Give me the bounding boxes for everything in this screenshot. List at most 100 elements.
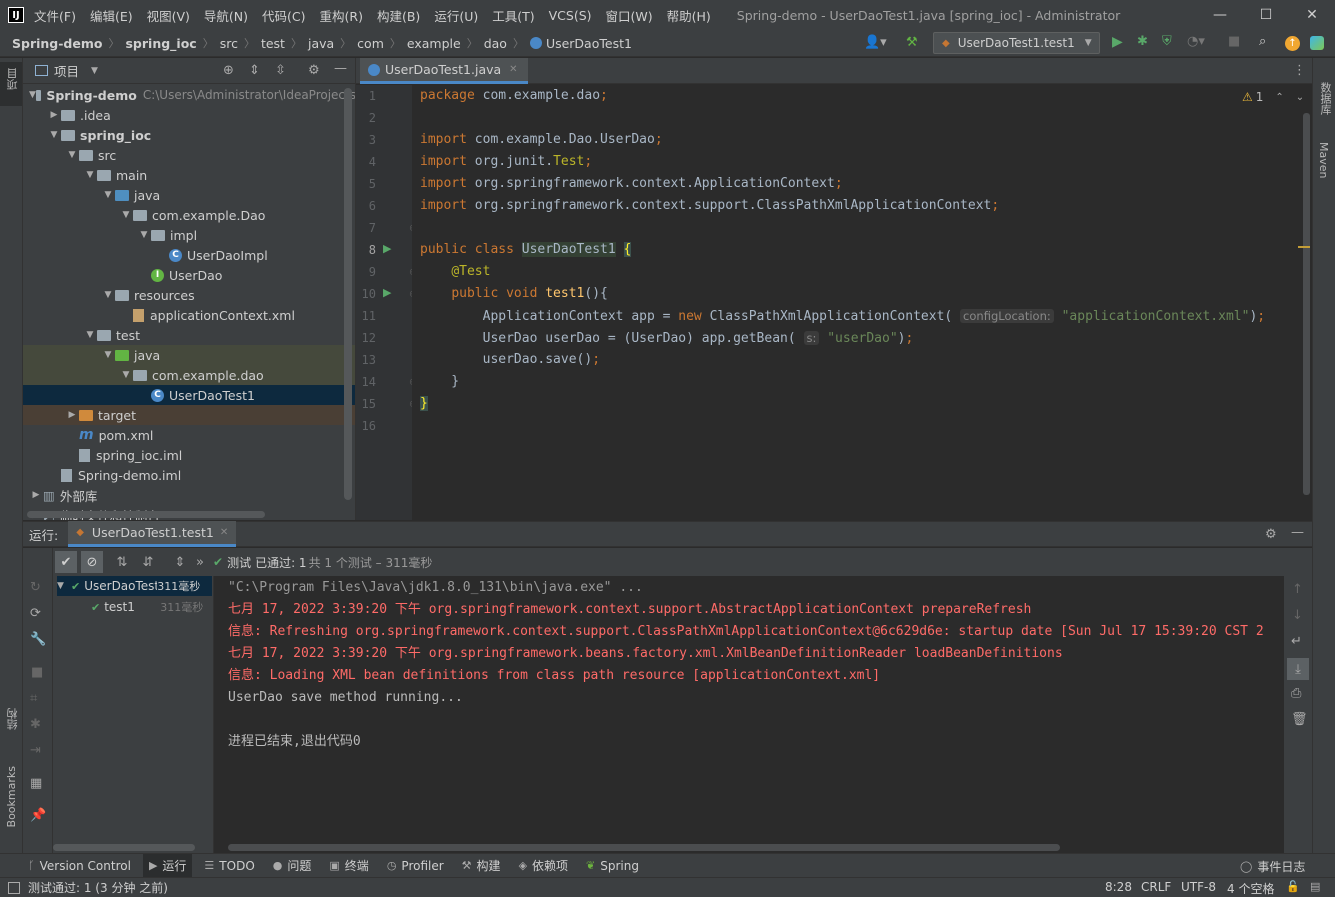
camera-icon[interactable]: ⌗ <box>30 691 37 706</box>
menu-window[interactable]: 窗口(W) <box>606 6 653 25</box>
run-icon[interactable]: ▶ <box>1112 34 1123 50</box>
test-suite-row[interactable]: ▼ ✔ UserDaoTest 311毫秒 <box>57 576 212 596</box>
chevron-down-icon[interactable]: ▼ <box>137 230 151 240</box>
menu-navigate[interactable]: 导航(N) <box>204 6 248 25</box>
expand-all-icon[interactable]: ⇕ <box>249 63 260 78</box>
tree-item[interactable]: ▼ resources <box>23 285 355 305</box>
gear-icon[interactable]: ⚙ <box>1265 527 1277 542</box>
rerun-failed-icon[interactable]: ↻ <box>30 580 41 595</box>
tree-item[interactable]: ▶ target <box>23 405 355 425</box>
tree-item[interactable]: m pom.xml <box>23 425 355 445</box>
chevron-down-icon[interactable]: ▼ <box>119 210 133 220</box>
warning-stripe[interactable] <box>1298 246 1310 248</box>
tree-item[interactable]: C UserDaoTest1 <box>23 385 355 405</box>
chevron-down-icon[interactable]: ▼ <box>83 330 97 340</box>
wrench-icon[interactable]: 🔧 <box>30 632 46 647</box>
breadcrumb-item[interactable]: com <box>357 36 384 51</box>
run-test-gutter-icon[interactable]: ▶ <box>383 242 391 255</box>
chevron-right-icon[interactable]: ▶ <box>29 490 43 500</box>
tree-item[interactable]: ▼ java <box>23 185 355 205</box>
maximize-button[interactable]: ☐ <box>1243 0 1289 30</box>
warnings-indicator[interactable]: ⚠ 1 ⌃ ⌄ <box>1242 90 1304 104</box>
run-test-gutter-icon[interactable]: ▶ <box>383 286 391 299</box>
maven-tool-label[interactable]: Maven <box>1317 142 1330 178</box>
tree-item[interactable]: ▼ spring_ioc <box>23 125 355 145</box>
close-icon[interactable]: ✕ <box>220 527 228 538</box>
gear-icon[interactable]: ⚙ <box>308 63 320 78</box>
chevron-down-icon[interactable]: ▼ <box>91 66 98 76</box>
tree-item[interactable]: ▼ com.example.Dao <box>23 205 355 225</box>
status-message[interactable]: 测试通过: 1 (3 分钟 之前) <box>28 879 168 896</box>
tree-item[interactable]: ▼ main <box>23 165 355 185</box>
tree-hscrollbar[interactable] <box>27 511 265 518</box>
down-icon[interactable]: ↓ <box>1292 608 1303 623</box>
tree-item[interactable]: ▼ java <box>23 345 355 365</box>
tree-scrollbar[interactable] <box>344 88 352 500</box>
menu-tools[interactable]: 工具(T) <box>492 6 534 25</box>
menu-edit[interactable]: 编辑(E) <box>90 6 133 25</box>
layout-icon[interactable]: ▦ <box>30 776 42 791</box>
close-icon[interactable]: ✕ <box>509 64 517 75</box>
menu-run[interactable]: 运行(U) <box>434 6 478 25</box>
chevron-down-icon[interactable]: ▼ <box>101 290 115 300</box>
tree-item[interactable]: ▼ com.example.dao <box>23 365 355 385</box>
chevron-down-icon[interactable]: ▼ <box>101 350 115 360</box>
menu-vcs[interactable]: VCS(S) <box>549 8 592 23</box>
line-separator[interactable]: CRLF <box>1141 880 1171 894</box>
chevron-down-icon[interactable]: ▼ <box>83 170 97 180</box>
test-case-row[interactable]: ✔ test1 311毫秒 <box>57 597 212 617</box>
expand-icon[interactable]: ⇕ <box>167 555 193 570</box>
hide-icon[interactable]: — <box>334 61 347 76</box>
toggle-auto-test-icon[interactable]: ⟳ <box>30 606 41 621</box>
toolwindow-profiler[interactable]: ◷ Profiler <box>387 859 444 873</box>
tree-item[interactable]: C UserDaoImpl <box>23 245 355 265</box>
up-icon[interactable]: ↑ <box>1292 582 1303 597</box>
print-icon[interactable]: ⎙ <box>1291 686 1301 701</box>
menu-file[interactable]: 文件(F) <box>34 6 76 25</box>
hide-icon[interactable]: — <box>1291 525 1304 540</box>
project-panel-title[interactable]: 项目 <box>54 61 79 80</box>
code-editor[interactable]: package com.example.dao; import com.exam… <box>412 85 1312 520</box>
chevron-down-icon[interactable]: ▼ <box>101 190 115 200</box>
scroll-to-end-icon[interactable]: ⤓ <box>1287 658 1309 680</box>
tree-item[interactable]: ▶ ▥ 外部库 <box>23 485 355 505</box>
menu-help[interactable]: 帮助(H) <box>667 6 711 25</box>
console-output[interactable]: "C:\Program Files\Java\jdk1.8.0_131\bin\… <box>214 576 1284 853</box>
run-tab[interactable]: ◆ UserDaoTest1.test1 ✕ <box>68 521 237 547</box>
plugin-logo-icon[interactable] <box>1310 36 1324 50</box>
stop-icon[interactable]: ■ <box>31 665 43 680</box>
chevron-down-icon[interactable]: ▼ <box>119 370 133 380</box>
minimize-button[interactable]: — <box>1197 0 1243 30</box>
chevron-down-icon[interactable]: ▼ <box>29 90 36 100</box>
chevron-right-icon[interactable]: ▶ <box>47 110 61 120</box>
close-button[interactable]: ✕ <box>1289 0 1335 30</box>
exit-icon[interactable]: ⇥ <box>30 743 41 758</box>
tree-item[interactable]: ▼ impl <box>23 225 355 245</box>
toggle-tool-windows-icon[interactable] <box>8 881 20 894</box>
locate-icon[interactable]: ⊕ <box>223 63 234 78</box>
more-icon[interactable]: » <box>193 555 207 570</box>
toolwindow-build[interactable]: ⚒ 构建 <box>462 857 501 874</box>
run-config-select[interactable]: ◆ UserDaoTest1.test1 ▼ <box>933 32 1100 54</box>
chevron-right-icon[interactable]: ▶ <box>65 410 79 420</box>
database-tool-label[interactable]: 数据库 <box>1317 82 1333 115</box>
pin-icon[interactable]: 📌 <box>30 808 46 823</box>
menu-build[interactable]: 构建(B) <box>377 6 420 25</box>
menu-view[interactable]: 视图(V) <box>147 6 190 25</box>
trash-icon[interactable]: 🗑 <box>1291 712 1308 727</box>
file-encoding[interactable]: UTF-8 <box>1181 880 1216 894</box>
bookmarks-tool-label[interactable]: Bookmarks <box>5 766 18 827</box>
search-icon[interactable]: ⌕ <box>1259 34 1266 49</box>
prev-highlight-icon[interactable]: ⌃ <box>1275 92 1283 103</box>
breadcrumb-item[interactable]: java <box>308 36 334 51</box>
breadcrumb-item[interactable]: spring_ioc <box>125 36 196 51</box>
show-passed-icon[interactable]: ✔ <box>55 551 77 573</box>
tree-hscrollbar[interactable] <box>53 844 195 851</box>
sort-duration-icon[interactable]: ⇵ <box>135 555 161 570</box>
profile-icon[interactable]: ◔▾ <box>1187 34 1205 49</box>
toolwindow-dependencies[interactable]: ◈ 依赖项 <box>519 857 568 874</box>
indent-setting[interactable]: 4 个空格 <box>1227 880 1274 897</box>
tree-item[interactable]: applicationContext.xml <box>23 305 355 325</box>
toolwindow-version-control[interactable]: ᚴ Version Control <box>28 859 131 873</box>
tree-item[interactable]: ▶ .idea <box>23 105 355 125</box>
